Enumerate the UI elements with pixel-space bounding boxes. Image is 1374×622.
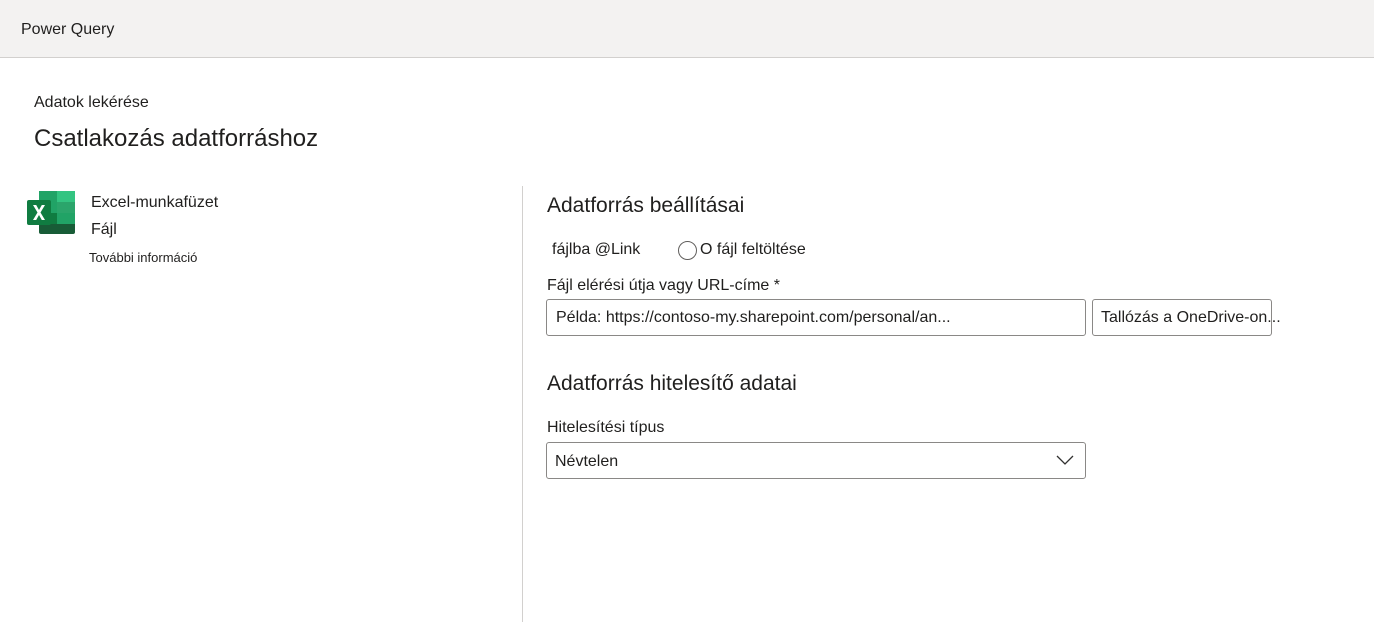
page-title: Csatlakozás adatforráshoz: [34, 125, 319, 152]
chevron-down-icon: [1055, 453, 1075, 467]
upload-file-option[interactable]: O fájl feltöltése: [678, 239, 806, 261]
connector-name: Excel-munkafüzet: [91, 194, 219, 211]
excel-icon: [27, 191, 75, 234]
browse-onedrive-button[interactable]: Tallózás a OneDrive-on...: [1092, 299, 1281, 336]
panel-divider: [522, 186, 523, 622]
credentials-section-title: Adatforrás hitelesítő adatai: [547, 372, 797, 395]
radio-button[interactable]: [678, 240, 697, 260]
file-path-label: Fájl elérési útja vagy URL-címe *: [547, 277, 780, 294]
upload-file-label: O fájl feltöltése: [700, 241, 806, 258]
auth-type-dropdown[interactable]: Névtelen: [546, 442, 1086, 479]
settings-section-title: Adatforrás beállításai: [547, 194, 745, 217]
file-path-input[interactable]: [546, 299, 1086, 336]
breadcrumb: Adatok lekérése: [34, 94, 149, 111]
app-title: Power Query: [21, 21, 115, 38]
connector-category: Fájl: [91, 221, 117, 238]
title-bar: Power Query: [0, 0, 1374, 58]
auth-type-label: Hitelesítési típus: [547, 419, 665, 436]
auth-type-value: Névtelen: [555, 453, 619, 470]
more-info-link[interactable]: További információ: [89, 250, 197, 265]
link-to-file-option[interactable]: fájlba @Link: [552, 241, 640, 259]
